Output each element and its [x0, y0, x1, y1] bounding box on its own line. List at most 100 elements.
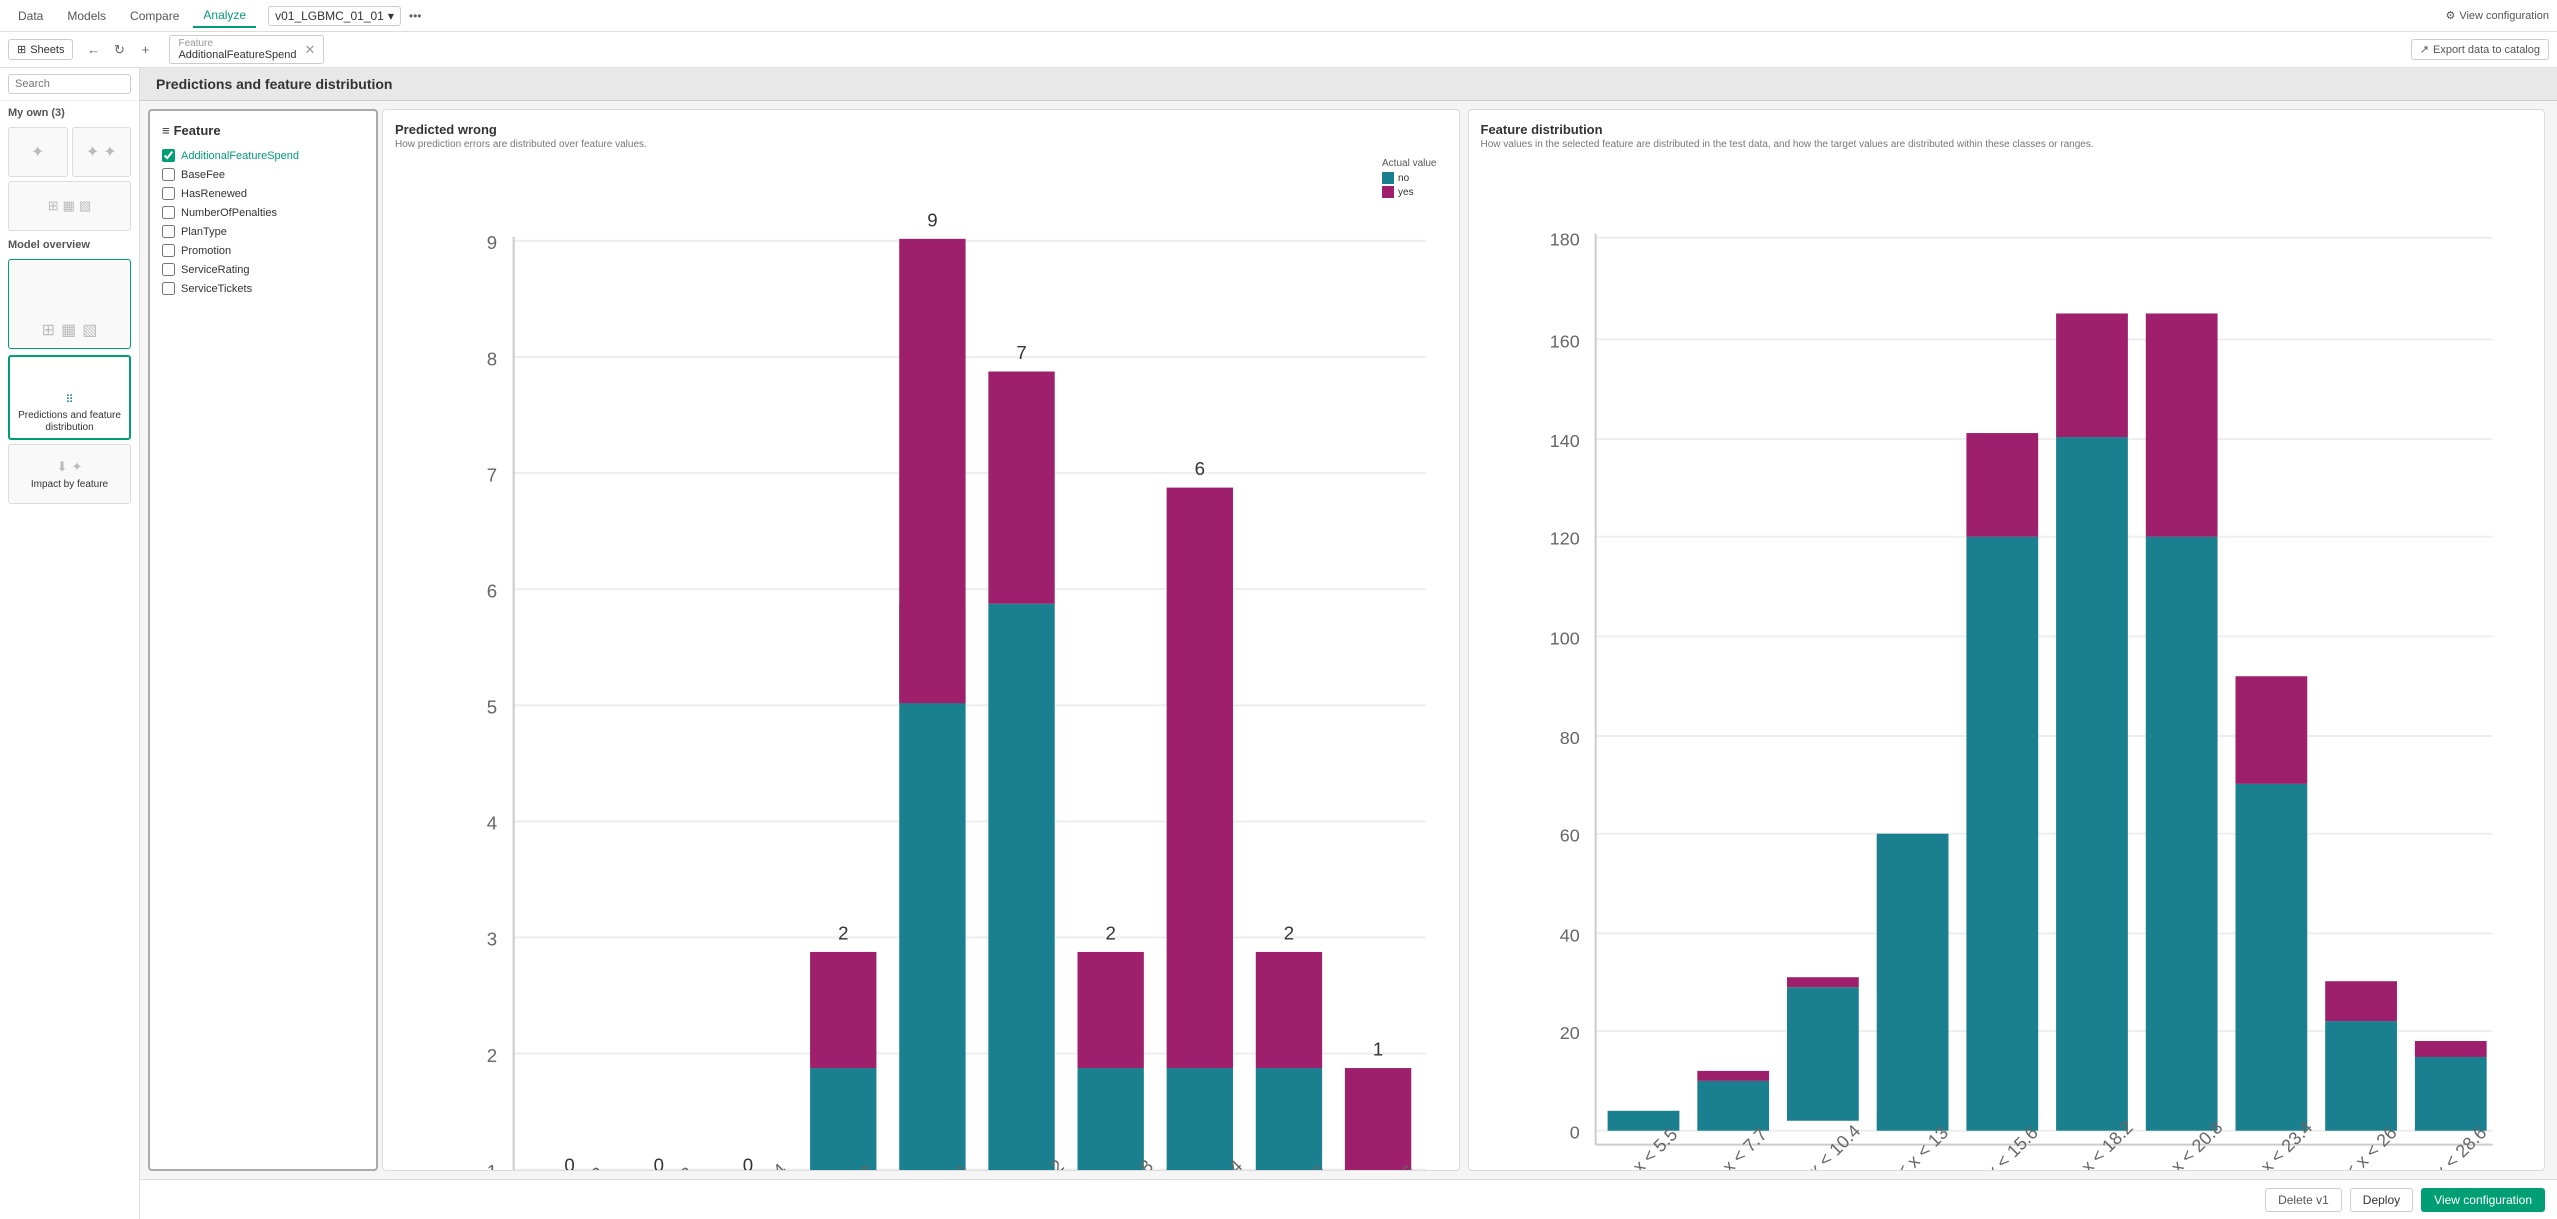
feature-item-plantype[interactable]: PlanType — [162, 222, 364, 241]
puzzle-icon: ✦ — [31, 142, 44, 162]
model-selector[interactable]: v01_LGBMC_01_01 ▾ — [268, 6, 401, 26]
svg-text:100: 100 — [1549, 628, 1579, 648]
svg-text:0: 0 — [743, 1155, 753, 1171]
search-input[interactable] — [8, 74, 131, 94]
view-config-bottom-button[interactable]: View configuration — [2421, 1188, 2545, 1212]
feature-tag: Feature AdditionalFeatureSpend ✕ — [169, 35, 324, 64]
svg-text:8: 8 — [487, 348, 497, 369]
model-overview-label: Model overview — [0, 235, 139, 255]
down-icon: ⬇ — [57, 459, 68, 475]
my-own-label: My own (3) — [0, 101, 139, 123]
svg-text:180: 180 — [1549, 230, 1579, 250]
puzzle-icon-3: ✦ — [103, 142, 116, 162]
more-options-icon[interactable]: ••• — [409, 9, 422, 23]
model-name: v01_LGBMC_01_01 — [275, 9, 384, 23]
charts-container: ≡ Feature AdditionalFeatureSpend BaseFee… — [140, 101, 2557, 1179]
bar-chart-icon: ▦ — [63, 198, 75, 214]
impact-sheet[interactable]: ⬇ ✦ Impact by feature — [8, 444, 131, 504]
svg-text:2: 2 — [1284, 923, 1294, 944]
close-icon[interactable]: ✕ — [305, 42, 316, 58]
predicted-wrong-panel: Predicted wrong How prediction errors ar… — [382, 109, 1460, 1171]
y-axis-label-dist: Feature distribution — [1481, 158, 1492, 1171]
svg-text:0: 0 — [1569, 1123, 1579, 1143]
bottom-bar: Delete v1 Deploy View configuration — [140, 1179, 2557, 1219]
predicted-wrong-chart: 9 8 7 6 5 4 3 2 1 — [410, 158, 1447, 1171]
svg-text:120: 120 — [1549, 529, 1579, 549]
table-icon: ⊞ — [48, 198, 59, 214]
svg-text:2: 2 — [1105, 923, 1115, 944]
sheets-button[interactable]: ⊞ Sheets — [8, 39, 73, 60]
feature-item-additional[interactable]: AdditionalFeatureSpend — [162, 146, 364, 165]
grid-icon: ⊞ — [17, 43, 26, 56]
settings-icon: ⚙ — [2445, 9, 2455, 22]
feature-distribution-subtitle: How values in the selected feature are d… — [1481, 139, 2533, 150]
view-config-button[interactable]: ⚙ View configuration — [2445, 9, 2549, 22]
y-axis-label-wrong: Predicted wrong — [395, 158, 406, 1171]
svg-text:60: 60 — [1559, 826, 1579, 846]
svg-text:7: 7 — [1016, 342, 1026, 363]
feature-checkbox-plantype[interactable] — [162, 225, 175, 238]
feature-item-basefee[interactable]: BaseFee — [162, 165, 364, 184]
feature-distribution-panel: Feature distribution How values in the s… — [1468, 109, 2546, 1171]
svg-text:7.5 ≤ x < 10.4: 7.5 ≤ x < 10.4 — [1773, 1121, 1864, 1171]
svg-text:160: 160 — [1549, 331, 1579, 351]
svg-text:6: 6 — [487, 580, 497, 601]
puzzle-icon4: ✦ — [72, 459, 83, 475]
bar-chart-icon2: ▧ — [79, 198, 91, 214]
feature-item-numberofpenalties[interactable]: NumberOfPenalties — [162, 203, 364, 222]
content-area: Predictions and feature distribution ≡ F… — [140, 68, 2557, 1219]
svg-text:7: 7 — [487, 464, 497, 485]
feature-item-servicetickets[interactable]: ServiceTickets — [162, 279, 364, 298]
feature-item-servicerating[interactable]: ServiceRating — [162, 260, 364, 279]
feature-item-hasrenewed[interactable]: HasRenewed — [162, 184, 364, 203]
bar-icon4: ▧ — [82, 320, 97, 340]
export-button[interactable]: ↗ Export data to catalog — [2411, 39, 2549, 60]
nav-data[interactable]: Data — [8, 5, 53, 27]
chevron-down-icon: ▾ — [388, 9, 394, 23]
feature-list: AdditionalFeatureSpend BaseFee HasRenewe… — [162, 146, 364, 298]
deploy-button[interactable]: Deploy — [2350, 1188, 2413, 1212]
feature-checkbox-servicerating[interactable] — [162, 263, 175, 276]
feature-checkbox-hasrenewed[interactable] — [162, 187, 175, 200]
sheet-thumb-1[interactable]: ✦ — [8, 127, 68, 177]
scatter-icon: ⠿ — [65, 393, 73, 406]
svg-text:140: 140 — [1549, 431, 1579, 451]
refresh-icon[interactable]: ↻ — [107, 38, 131, 62]
svg-text:0: 0 — [654, 1155, 664, 1171]
feature-checkbox-promotion[interactable] — [162, 244, 175, 257]
sheet-thumb-2[interactable]: ✦ ✦ — [72, 127, 132, 177]
list-icon: ≡ — [162, 123, 170, 138]
svg-text:6: 6 — [1195, 458, 1205, 479]
svg-text:4: 4 — [487, 813, 497, 834]
svg-text:1: 1 — [487, 1161, 497, 1171]
predicted-wrong-title: Predicted wrong — [395, 122, 1447, 137]
export-icon: ↗ — [2420, 43, 2429, 56]
predicted-wrong-subtitle: How prediction errors are distributed ov… — [395, 139, 1447, 150]
sheet-thumb-3[interactable]: ⊞ ▦ ▧ — [8, 181, 131, 231]
feature-checkbox-basefee[interactable] — [162, 168, 175, 181]
nav-compare[interactable]: Compare — [120, 5, 189, 27]
svg-text:9: 9 — [927, 209, 937, 230]
delete-button[interactable]: Delete v1 — [2265, 1188, 2342, 1212]
svg-text:80: 80 — [1559, 728, 1579, 748]
feature-panel-title: ≡ Feature — [162, 123, 364, 138]
nav-analyze[interactable]: Analyze — [193, 4, 256, 28]
svg-text:2: 2 — [838, 923, 848, 944]
toolbar: ⊞ Sheets ← ↻ + Feature AdditionalFeature… — [0, 32, 2557, 68]
model-overview-sheet[interactable]: ⊞ ▦ ▧ — [8, 259, 131, 349]
feature-item-promotion[interactable]: Promotion — [162, 241, 364, 260]
feature-checkbox-servicetickets[interactable] — [162, 282, 175, 295]
add-icon[interactable]: + — [133, 38, 157, 62]
nav-models[interactable]: Models — [57, 5, 116, 27]
feature-checkbox-additional[interactable] — [162, 149, 175, 162]
legend-wrong: Actual value no yes — [1382, 158, 1436, 198]
predictions-sheet[interactable]: ⠿ Predictions and feature distribution — [8, 355, 131, 440]
bar-icon3: ▦ — [61, 320, 76, 340]
feature-checkbox-penalties[interactable] — [162, 206, 175, 219]
back-icon[interactable]: ← — [81, 38, 105, 62]
svg-text:1: 1 — [1373, 1039, 1383, 1060]
feature-panel: ≡ Feature AdditionalFeatureSpend BaseFee… — [148, 109, 378, 1171]
svg-text:3: 3 — [487, 929, 497, 950]
svg-text:2: 2 — [487, 1045, 497, 1066]
svg-text:20: 20 — [1559, 1023, 1579, 1043]
